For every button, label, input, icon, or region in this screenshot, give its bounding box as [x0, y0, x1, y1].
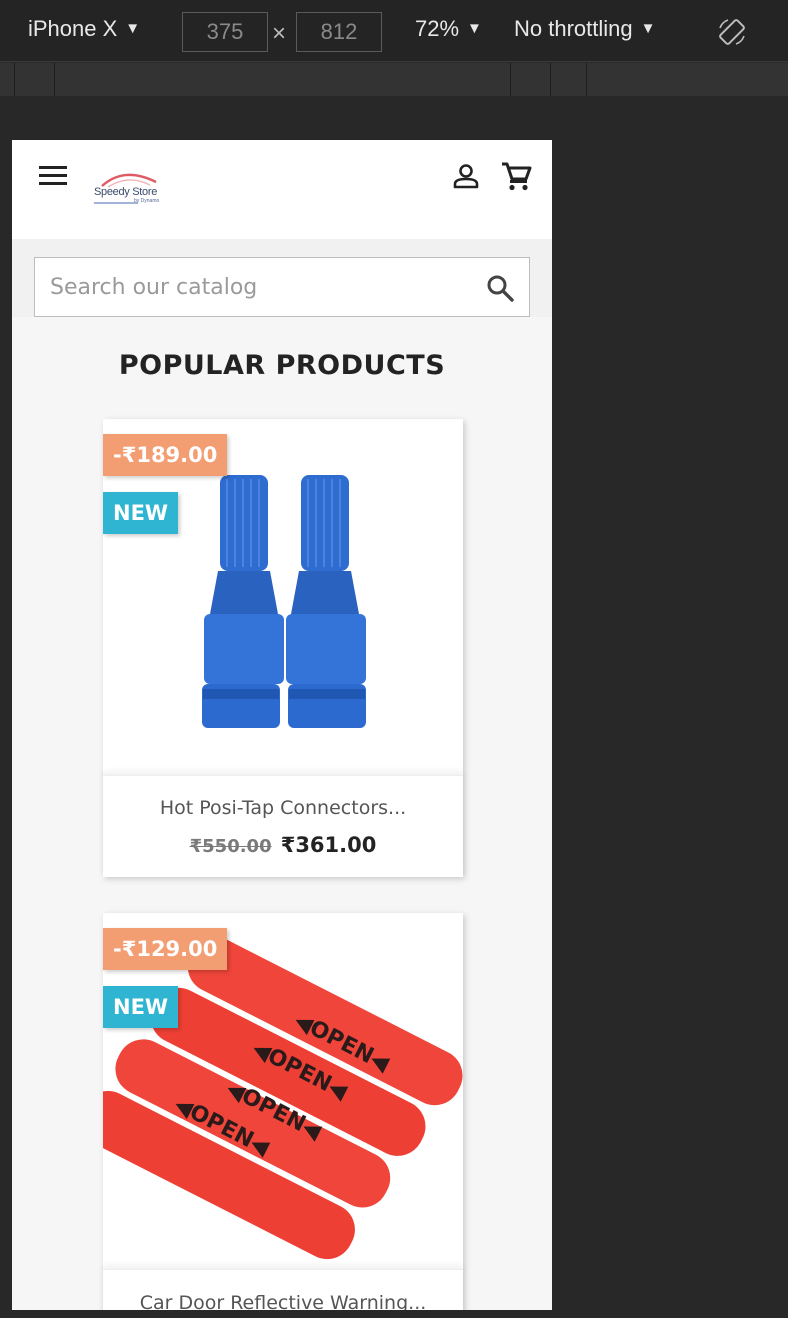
chevron-down-icon: ▼	[467, 20, 482, 37]
product-name[interactable]: Hot Posi-Tap Connectors...	[103, 797, 463, 819]
search-box	[34, 257, 530, 317]
cart-icon[interactable]	[500, 160, 532, 192]
product-info: Hot Posi-Tap Connectors... ₹550.00 ₹361.…	[103, 775, 463, 877]
throttling-select[interactable]: No throttling ▼	[514, 16, 655, 42]
device-viewport: Speedy Store by Dynamo POPULAR PRODUCTS	[12, 140, 552, 1310]
new-badge: NEW	[103, 986, 179, 1028]
product-info: Car Door Reflective Warning...	[103, 1269, 463, 1310]
logo-text: Speedy Store	[94, 186, 158, 198]
zoom-value: 72%	[415, 16, 460, 41]
device-name: iPhone X	[28, 16, 118, 41]
site-header: Speedy Store by Dynamo	[12, 140, 552, 239]
device-select[interactable]: iPhone X ▼	[28, 16, 140, 42]
discount-badge: -₹129.00	[103, 928, 228, 970]
search-bar-container	[12, 239, 552, 317]
chevron-down-icon: ▼	[640, 20, 656, 37]
product-card[interactable]: ◀OPEN◀ ◀OPEN◀ ◀OPEN◀ ◀OPEN◀ -₹129.00 NEW…	[103, 913, 463, 1310]
store-logo[interactable]: Speedy Store by Dynamo	[90, 168, 170, 208]
section-title: POPULAR PRODUCTS	[118, 350, 446, 381]
new-badge: NEW	[103, 492, 179, 534]
user-icon[interactable]	[452, 162, 480, 190]
media-query-ruler	[0, 63, 788, 96]
width-input[interactable]: 375	[182, 12, 268, 52]
ruler-segment	[510, 63, 511, 96]
ruler-segment	[14, 63, 15, 96]
device-toolbar: iPhone X ▼ 375 × 812 72% ▼ No throttling ▼	[0, 0, 788, 62]
product-prices: ₹550.00 ₹361.00	[103, 833, 463, 857]
ruler-segment	[54, 63, 55, 96]
sale-price: ₹361.00	[280, 833, 377, 857]
dimension-separator: ×	[272, 20, 287, 47]
rotate-icon[interactable]	[716, 16, 748, 48]
search-icon[interactable]	[485, 273, 515, 303]
search-input[interactable]	[35, 258, 475, 316]
product-name[interactable]: Car Door Reflective Warning...	[103, 1292, 463, 1310]
discount-badge: -₹189.00	[103, 434, 228, 476]
connector-right	[286, 475, 366, 728]
throttling-value: No throttling	[514, 16, 633, 41]
height-input[interactable]: 812	[296, 12, 382, 52]
product-card[interactable]: -₹189.00 NEW Hot Posi-Tap Connectors... …	[103, 419, 463, 877]
hamburger-icon[interactable]	[39, 166, 67, 186]
chevron-down-icon: ▼	[125, 20, 141, 37]
regular-price: ₹550.00	[189, 836, 272, 857]
ruler-segment	[586, 63, 587, 96]
ruler-segment	[550, 63, 551, 96]
logo-subtext: by Dynamo	[134, 198, 160, 204]
zoom-select[interactable]: 72% ▼	[415, 16, 482, 42]
